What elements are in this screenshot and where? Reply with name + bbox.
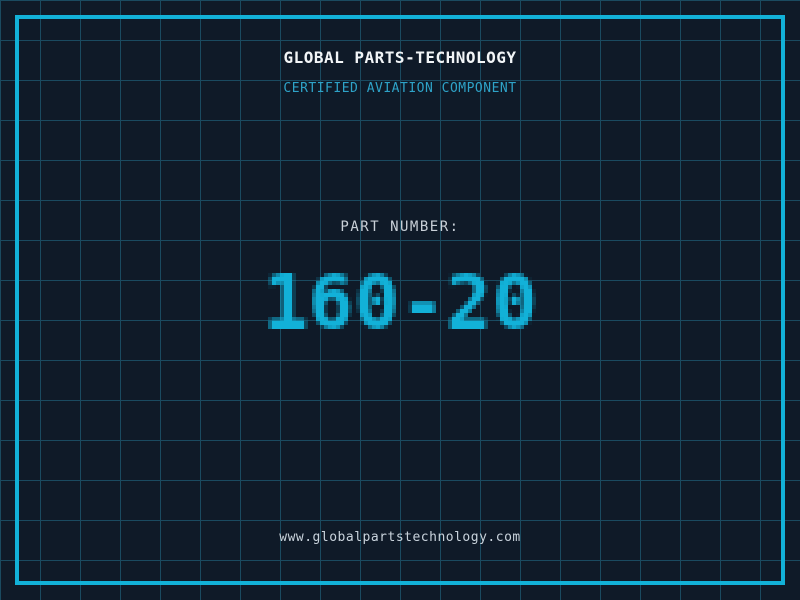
part-number-display <box>248 257 552 345</box>
company-name: GLOBAL PARTS-TECHNOLOGY <box>283 48 517 67</box>
part-number-label: PART NUMBER: <box>340 219 460 235</box>
website-url: www.globalpartstechnology.com <box>279 530 521 545</box>
blueprint-card: GLOBAL PARTS-TECHNOLOGY CERTIFIED AVIATI… <box>0 0 800 600</box>
certification-tagline: CERTIFIED AVIATION COMPONENT <box>283 81 517 96</box>
